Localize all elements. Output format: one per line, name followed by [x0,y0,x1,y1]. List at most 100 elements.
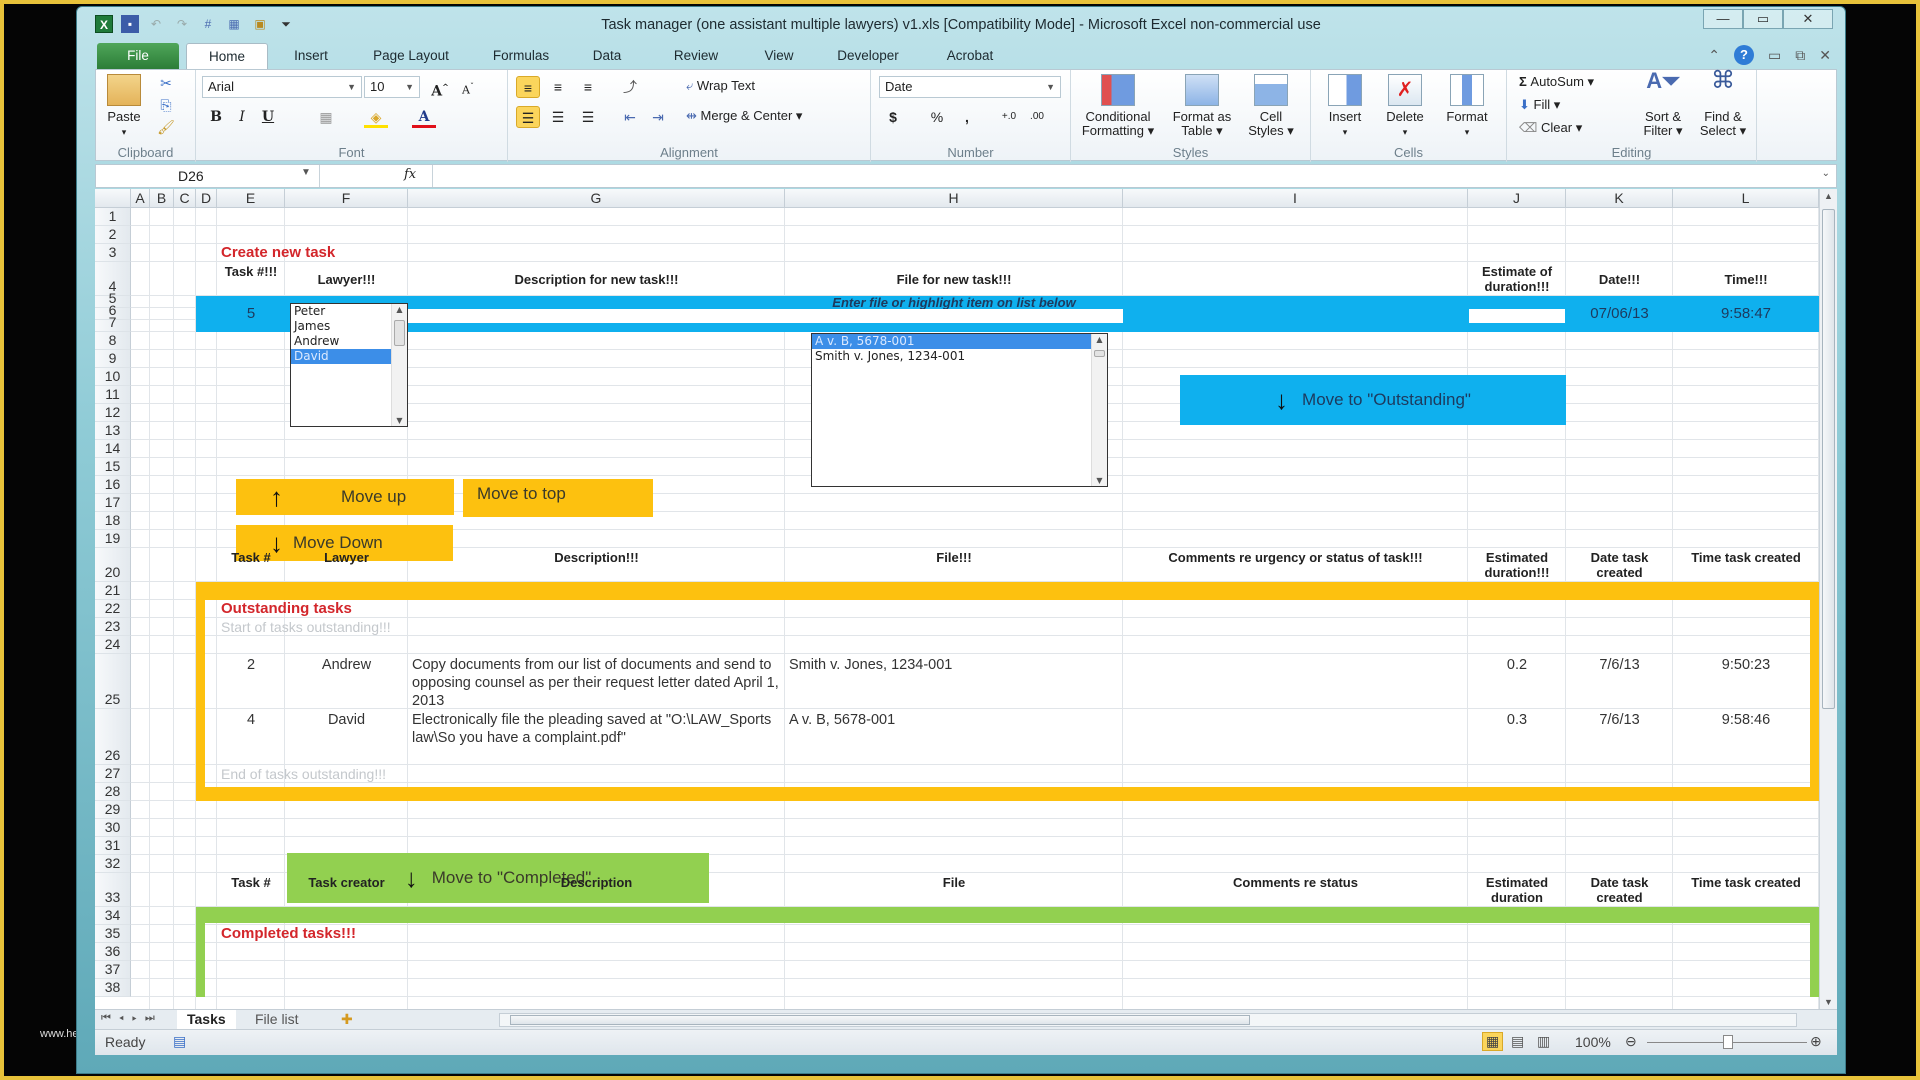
column-header-d[interactable]: D [196,189,217,208]
scroll-up-icon[interactable]: ▲ [392,305,407,314]
align-bottom-icon[interactable]: ≡ [576,76,600,98]
scroll-down-icon[interactable]: ▼ [1820,997,1837,1007]
file-listbox-scrollbar[interactable]: ▲ ▼ [1091,334,1107,486]
expand-formula-bar-icon[interactable]: ⌄ [1822,168,1830,179]
row-header[interactable]: 28 [95,783,131,801]
lawyer-option[interactable]: James [291,319,407,334]
lawyer-option[interactable]: Andrew [291,334,407,349]
column-header-a[interactable]: A [131,189,150,208]
select-all-corner[interactable] [95,189,131,208]
task-description[interactable]: Copy documents from our list of document… [408,656,785,710]
lawyer-listbox-scrollbar[interactable]: ▲ ▼ [391,304,407,426]
shrink-font-icon[interactable]: Aˇ [456,76,480,98]
insert-cells-button[interactable]: Insert ▾ [1317,74,1373,139]
horizontal-scroll-thumb[interactable] [510,1015,1250,1025]
merge-center-button[interactable]: ⇹ Merge & Center ▾ [686,108,802,124]
tab-review[interactable]: Review [661,43,731,69]
row-header[interactable]: 18 [95,512,131,530]
scroll-down-icon[interactable]: ▼ [392,416,407,425]
increase-indent-icon[interactable]: ⇥ [646,106,670,128]
zoom-in-icon[interactable]: ⊕ [1810,1033,1822,1050]
wrap-text-button[interactable]: ⤶ Wrap Text [686,78,755,94]
workbook-restore-icon[interactable]: ⧉ [1795,47,1805,64]
font-color-icon[interactable]: A [412,106,436,128]
column-header-f[interactable]: F [285,189,408,208]
percent-button[interactable]: % [925,106,949,128]
task-time[interactable]: 9:50:23 [1673,656,1819,674]
task-lawyer[interactable]: Andrew [285,656,408,674]
row-header[interactable]: 26 [95,709,131,765]
grow-font-icon[interactable]: A^ [428,76,452,100]
borders-icon[interactable]: ▦ [314,106,338,128]
row-header[interactable]: 7 [95,314,131,332]
column-header-c[interactable]: C [174,189,196,208]
row-header[interactable]: 3 [95,244,131,262]
minimize-ribbon-icon[interactable]: ⌃ [1708,47,1720,64]
row-header[interactable]: 1 [95,208,131,226]
row-header[interactable]: 17 [95,494,131,512]
clear-button[interactable]: ⌫ Clear ▾ [1519,120,1582,136]
new-task-description-input[interactable] [408,309,1123,323]
task-date[interactable]: 7/6/13 [1566,711,1673,729]
lawyer-listbox[interactable]: Peter James Andrew David ▲ ▼ [290,303,408,427]
move-to-outstanding-button[interactable]: ↓ Move to "Outstanding" [1180,375,1566,425]
insert-function-icon[interactable]: fx [404,167,416,182]
row-header[interactable]: 29 [95,801,131,819]
task-duration[interactable]: 0.2 [1468,656,1566,674]
tab-acrobat[interactable]: Acrobat [933,43,1007,69]
zoom-out-icon[interactable]: ⊖ [1625,1033,1637,1050]
sheet-tab-file-list[interactable]: File list [245,1010,309,1029]
copy-icon[interactable]: ⎘ [154,94,178,116]
lawyer-option[interactable]: Peter [291,304,407,319]
scroll-down-icon[interactable]: ▼ [1092,476,1107,485]
delete-cells-button[interactable]: ✗ Delete ▾ [1377,74,1433,139]
lawyer-option-selected[interactable]: David [291,349,407,364]
name-box-dropdown-icon[interactable]: ▼ [301,167,311,178]
currency-button[interactable]: $ [881,106,905,128]
align-right-icon[interactable]: ☰ [576,106,600,128]
row-header[interactable]: 12 [95,404,131,422]
cut-icon[interactable]: ✂ [154,72,178,94]
row-header[interactable]: 23 [95,618,131,636]
row-header[interactable]: 34 [95,907,131,925]
column-header-l[interactable]: L [1673,189,1819,208]
increase-decimal-icon[interactable]: +.0 [997,106,1021,128]
row-header[interactable]: 32 [95,855,131,873]
file-listbox[interactable]: A v. B, 5678-001 Smith v. Jones, 1234-00… [811,333,1108,487]
task-task-no[interactable]: 4 [217,711,285,729]
comma-button[interactable]: , [955,106,979,128]
row-header[interactable]: 27 [95,765,131,783]
row-header[interactable]: 2 [95,226,131,244]
row-header[interactable]: 22 [95,600,131,618]
column-header-b[interactable]: B [150,189,174,208]
row-header[interactable]: 14 [95,440,131,458]
format-as-table-button[interactable]: Format as Table ▾ [1167,74,1237,138]
worksheet-grid[interactable]: Create new task Task #!!! Lawyer!!! Desc… [95,189,1837,1009]
align-middle-icon[interactable]: ≡ [546,76,570,98]
sheet-tab-tasks[interactable]: Tasks [177,1010,236,1029]
row-header[interactable]: 21 [95,582,131,600]
bold-button[interactable]: B [204,106,228,128]
task-time[interactable]: 9:58:46 [1673,711,1819,729]
column-header-g[interactable]: G [408,189,785,208]
vertical-scrollbar[interactable]: ▲ ▼ [1819,189,1837,1009]
orientation-icon[interactable]: ⤴ [618,76,642,98]
row-header[interactable]: 35 [95,925,131,943]
row-header[interactable]: 37 [95,961,131,979]
autosum-button[interactable]: Σ AutoSum ▾ [1519,74,1594,90]
scroll-thumb[interactable] [394,320,405,346]
row-header[interactable]: 25 [95,654,131,709]
row-header[interactable]: 9 [95,350,131,368]
align-left-icon[interactable]: ☰ [516,106,540,128]
tab-page-layout[interactable]: Page Layout [356,43,466,69]
paste-button[interactable]: Paste ▾ [102,74,146,139]
sheet-navigation-icons[interactable]: ⏮◂▸⏭ [101,1012,163,1025]
tab-developer[interactable]: Developer [821,43,915,69]
horizontal-scrollbar[interactable] [499,1013,1797,1027]
tab-formulas[interactable]: Formulas [476,43,566,69]
underline-button[interactable]: U [256,106,280,128]
close-button[interactable]: ✕ [1783,9,1833,29]
row-header[interactable]: 33 [95,873,131,907]
font-name-dropdown[interactable]: Arial ▼ [202,76,362,98]
italic-button[interactable]: I [230,106,254,128]
